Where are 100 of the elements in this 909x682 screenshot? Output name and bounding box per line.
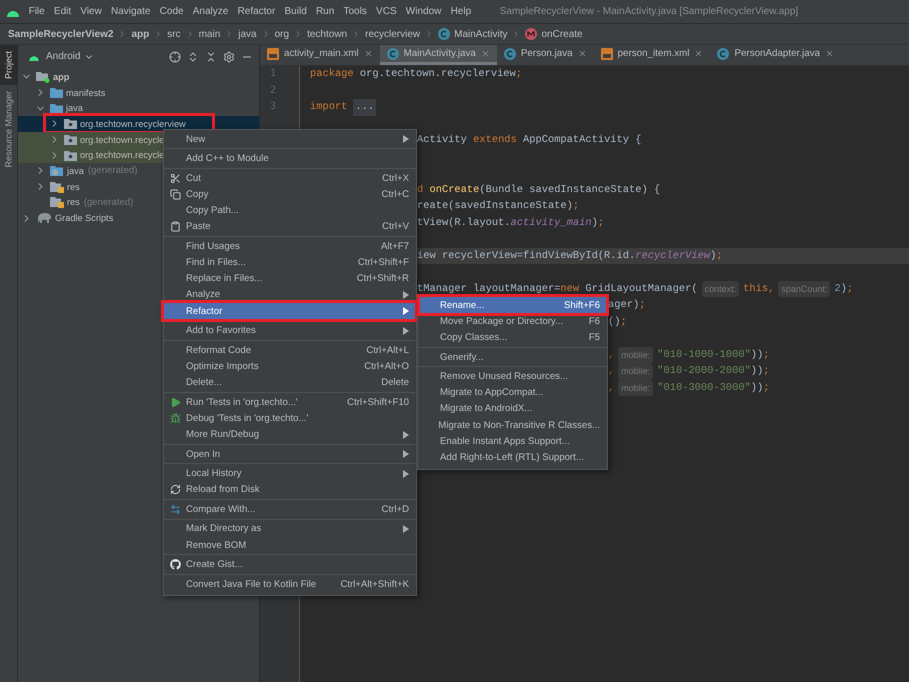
- breadcrumb-item[interactable]: SampleRecyclerView2: [8, 28, 114, 40]
- editor-tab[interactable]: MainActivity.java: [380, 45, 497, 65]
- menu-item[interactable]: Remove Unused Resources...: [418, 368, 607, 385]
- tree-item[interactable]: app: [53, 72, 70, 82]
- menu-item[interactable]: Find in Files... Ctrl+Shift+F: [164, 254, 416, 271]
- menu-bar-item[interactable]: Tools: [338, 6, 372, 17]
- editor-tab[interactable]: person_item.xml: [594, 45, 710, 65]
- editor-tab[interactable]: PersonAdapter.java: [710, 45, 841, 65]
- close-icon[interactable]: [578, 49, 587, 58]
- reload-icon: [170, 484, 180, 496]
- menu-item[interactable]: Migrate to Non-Transitive R Classes...: [418, 417, 607, 434]
- tree-item[interactable]: java: [67, 166, 84, 176]
- view-dropdown[interactable]: Android: [46, 51, 94, 62]
- menu-item[interactable]: Generify...: [418, 348, 607, 366]
- menu-item[interactable]: Mark Directory as: [164, 520, 416, 538]
- menu-item[interactable]: Analyze: [164, 286, 416, 303]
- menu-item[interactable]: Refactor: [164, 303, 416, 320]
- menu-item[interactable]: Convert Java File to Kotlin File Ctrl+Alt+Shift+K: [164, 576, 416, 592]
- bug-icon: [170, 412, 180, 424]
- menu-item[interactable]: Copy Ctrl+C: [164, 186, 416, 202]
- settings-icon[interactable]: [223, 50, 235, 62]
- class-icon: [386, 48, 399, 60]
- close-icon[interactable]: [364, 49, 373, 58]
- menu-item[interactable]: Move Package or Directory... F6: [418, 313, 607, 330]
- menu-item[interactable]: Delete... Delete: [164, 374, 416, 391]
- tree-item[interactable]: org.techtown.recycle: [80, 150, 164, 160]
- elephant-icon: [36, 212, 52, 224]
- breadcrumb-item[interactable]: recyclerview: [365, 28, 420, 40]
- menu-bar-item[interactable]: Window: [401, 6, 446, 17]
- class-icon: [717, 48, 730, 60]
- window-title: SampleRecyclerView - MainActivity.java [SampleRecyclerView.app]: [500, 6, 798, 17]
- code-line: import ...: [310, 99, 376, 116]
- tree-item[interactable]: res: [67, 182, 80, 192]
- menu-bar-item[interactable]: Build: [280, 6, 312, 17]
- expand-all-icon[interactable]: [187, 50, 199, 62]
- close-icon[interactable]: [694, 49, 704, 58]
- editor-tab[interactable]: activity_main.xml: [260, 45, 380, 65]
- menu-bar-item[interactable]: File: [24, 6, 50, 17]
- menu-item[interactable]: Create Gist...: [164, 556, 416, 573]
- close-icon[interactable]: [824, 49, 834, 58]
- menu-item[interactable]: More Run/Debug: [164, 426, 416, 443]
- menu-item[interactable]: Paste Ctrl+V: [164, 218, 416, 235]
- menu-item[interactable]: Add C++ to Module: [164, 150, 416, 167]
- menu-bar-item[interactable]: View: [76, 6, 106, 17]
- menu-item[interactable]: Open In: [164, 446, 416, 462]
- menu-bar-item[interactable]: Edit: [49, 6, 76, 17]
- editor-tab[interactable]: Person.java: [496, 45, 594, 65]
- breadcrumb-item[interactable]: app: [131, 28, 150, 40]
- tree-item-note: (generated): [84, 196, 134, 208]
- menu-item[interactable]: Replace in Files... Ctrl+Shift+R: [164, 270, 416, 287]
- tree-item[interactable]: manifests: [66, 88, 106, 98]
- code-line: Activity extends AppCompatActivity {: [417, 133, 642, 148]
- menu-item[interactable]: Migrate to AndroidX...: [418, 400, 607, 418]
- menu-item[interactable]: Add Right-to-Left (RTL) Support...: [418, 449, 607, 466]
- menu-item[interactable]: Optimize Imports Ctrl+Alt+O: [164, 358, 416, 374]
- breadcrumb-item[interactable]: org: [274, 28, 290, 40]
- menu-item[interactable]: Enable Instant Apps Support...: [418, 433, 607, 450]
- menu-bar-item[interactable]: VCS: [371, 6, 402, 17]
- menu-item[interactable]: Find Usages Alt+F7: [164, 238, 416, 254]
- module-folder-icon: [36, 70, 50, 83]
- tree-item-note: (generated): [88, 165, 138, 176]
- tool-window-tab[interactable]: Resource Manager: [0, 85, 17, 174]
- menu-bar-item[interactable]: Code: [155, 6, 188, 17]
- menu-item[interactable]: Migrate to AppCompat...: [418, 384, 607, 401]
- menu-item[interactable]: Rename... Shift+F6: [418, 297, 607, 314]
- tree-item[interactable]: java: [66, 103, 83, 114]
- code-line: reate(savedInstanceState);: [417, 199, 580, 214]
- tree-item[interactable]: Gradle Scripts: [55, 213, 114, 224]
- breadcrumb-item[interactable]: MainActivity: [454, 28, 508, 40]
- breadcrumb-item[interactable]: onCreate: [541, 28, 583, 40]
- close-icon[interactable]: [480, 49, 490, 58]
- menu-item[interactable]: Remove BOM: [164, 537, 416, 554]
- menu-item[interactable]: Add to Favorites: [164, 322, 416, 339]
- code-line: tManager layoutManager=new GridLayoutManager( context: this, spanCount: 2);: [417, 280, 854, 297]
- breadcrumb-item[interactable]: java: [238, 28, 257, 40]
- menu-item[interactable]: Run 'Tests in 'org.techto...' Ctrl+Shift+F10: [164, 394, 416, 410]
- menu-item[interactable]: Reload from Disk: [164, 482, 416, 498]
- menu-item[interactable]: Reformat Code Ctrl+Alt+L: [164, 342, 416, 358]
- menu-bar-item[interactable]: Navigate: [106, 6, 156, 17]
- code-line: , moblie: "010-2000-2000"));: [608, 363, 770, 380]
- menu-item[interactable]: Copy Classes... F5: [418, 329, 607, 346]
- menu-item[interactable]: Compare With... Ctrl+D: [164, 501, 416, 518]
- tree-item[interactable]: res: [67, 197, 80, 208]
- menu-item[interactable]: Debug 'Tests in 'org.techto...': [164, 410, 416, 426]
- tree-item[interactable]: org.techtown.recycle: [80, 134, 164, 145]
- collapse-all-icon[interactable]: [205, 50, 217, 62]
- code-line: iew recyclerView=findViewById(R.id.recyclerView);: [417, 248, 723, 264]
- menu-bar-item[interactable]: Analyze: [188, 6, 233, 17]
- breadcrumb-item[interactable]: src: [167, 28, 181, 40]
- locate-icon[interactable]: [169, 50, 181, 62]
- tool-window-tab[interactable]: Project: [0, 45, 17, 86]
- breadcrumb-item[interactable]: techtown: [307, 28, 348, 40]
- menu-bar-item[interactable]: Run: [311, 6, 339, 17]
- menu-item[interactable]: Local History: [164, 466, 416, 482]
- menu-item[interactable]: New: [164, 131, 416, 148]
- breadcrumb-item[interactable]: main: [198, 28, 220, 40]
- menu-bar-item[interactable]: Refactor: [232, 6, 280, 17]
- menu-bar-item[interactable]: Help: [446, 6, 476, 17]
- menu-item[interactable]: Copy Path...: [164, 202, 416, 219]
- menu-item[interactable]: Cut Ctrl+X: [164, 170, 416, 186]
